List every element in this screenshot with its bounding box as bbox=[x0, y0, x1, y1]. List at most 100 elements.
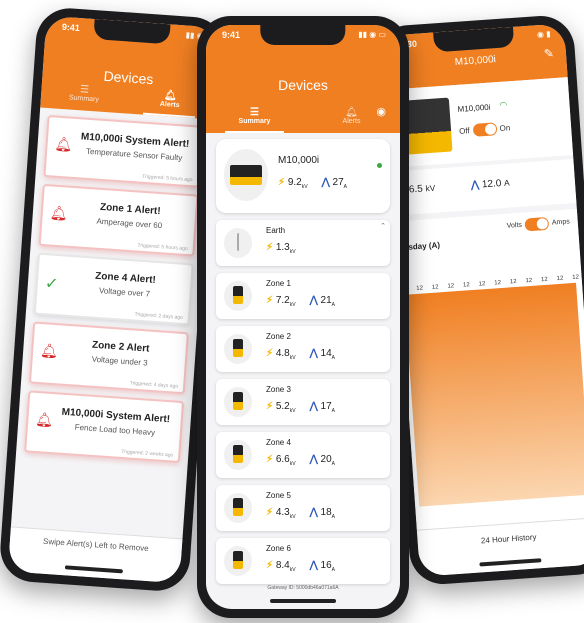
voltage-unit: kV bbox=[289, 514, 296, 520]
swipe-hint: Swipe Alert(s) Left to Remove bbox=[42, 536, 149, 554]
amperage-unit: A bbox=[331, 355, 336, 361]
zone-card[interactable]: Zone 3 ⚡︎ 5.2kV ⋀ 17A bbox=[216, 379, 390, 425]
alert-card[interactable]: 🔔︎ Zone 2 Alert Voltage under 3 Triggere… bbox=[28, 321, 189, 395]
wave-icon: ⋀ bbox=[309, 454, 318, 465]
amperage-value: 17 bbox=[320, 401, 332, 412]
voltage-reading: ⚡︎ 4.8kV bbox=[266, 348, 296, 361]
status-time: 9:41 bbox=[61, 21, 81, 34]
home-indicator[interactable] bbox=[270, 599, 336, 603]
amperage-value: 21 bbox=[320, 295, 332, 306]
alerts-screen: 9:41 ▮▮ ◉ Devices ☰ Summary 🔔︎ Alerts 🔔︎ M… bbox=[7, 15, 219, 584]
zone-device-image bbox=[233, 551, 243, 569]
power-toggle[interactable] bbox=[472, 122, 498, 137]
zone-readings: ⚡︎ 6.6kV ⋀ 20A bbox=[266, 454, 335, 467]
tab-summary[interactable]: ☰ Summary bbox=[40, 82, 128, 114]
voltage-reading: ⚡︎ 8.4kV bbox=[266, 560, 296, 573]
main-device-card[interactable]: M10,000i ⚡︎ 9.2kV ⋀ 27A bbox=[216, 139, 390, 213]
tab-summary[interactable]: ☰ Summary bbox=[206, 107, 303, 133]
list-icon: ☰ bbox=[250, 107, 259, 118]
voltage-unit: kV bbox=[289, 408, 296, 414]
phone-alerts: 9:41 ▮▮ ◉ Devices ☰ Summary 🔔︎ Alerts 🔔︎ M… bbox=[0, 6, 228, 593]
alert-timestamp: Triggered: 2 weeks ago bbox=[121, 448, 174, 459]
zone-thumbnail bbox=[224, 440, 252, 470]
voltage-value: 8.4 bbox=[275, 560, 290, 571]
tab-alerts[interactable]: 🔔︎ Alerts bbox=[303, 107, 400, 133]
volts-amps-toggle-row: Volts Amps bbox=[506, 215, 570, 232]
bolt-icon: ⚡︎ bbox=[266, 560, 274, 571]
gateway-id: Gateway ID: 5000db46a071a6A bbox=[267, 585, 339, 591]
voltage-reading: ⚡︎ 9.2kV bbox=[278, 177, 308, 190]
amperage-chart: 121212121212121212121212 bbox=[401, 275, 584, 507]
alert-list: 🔔︎ M10,000i System Alert! Temperature Se… bbox=[16, 114, 211, 464]
tab-bar: ☰ Summary 🔔︎ Alerts bbox=[206, 107, 400, 133]
bell-icon: 🔔︎ bbox=[34, 410, 54, 429]
edit-icon[interactable]: ✎ bbox=[543, 46, 554, 61]
earth-thumbnail bbox=[224, 228, 252, 258]
zone-card[interactable]: Zone 2 ⚡︎ 4.8kV ⋀ 14A bbox=[216, 326, 390, 372]
zone-card[interactable]: Zone 4 ⚡︎ 6.6kV ⋀ 20A bbox=[216, 432, 390, 478]
data-label: 12 bbox=[447, 283, 455, 289]
data-label: 12 bbox=[463, 282, 471, 288]
amperage-reading: ⋀ 20A bbox=[310, 454, 335, 467]
history-label[interactable]: 24 Hour History bbox=[481, 532, 537, 545]
earth-card[interactable]: Earth ⚡︎ 1.3kV ⌃ bbox=[216, 220, 390, 266]
bolt-icon: ⚡︎ bbox=[266, 348, 274, 359]
voltage-value: 6.5 bbox=[408, 183, 424, 196]
data-label: 12 bbox=[572, 275, 580, 281]
voltage-reading: ⚡︎ 4.3kV bbox=[266, 507, 296, 520]
wave-icon: ⋀ bbox=[309, 507, 318, 518]
zone-thumbnail bbox=[224, 334, 252, 364]
zone-thumbnail bbox=[224, 493, 252, 523]
bolt-icon: ⚡︎ bbox=[266, 401, 274, 412]
bell-icon: 🔔︎ bbox=[54, 135, 74, 153]
alert-timestamp: Triggered: 5 hours ago bbox=[142, 173, 193, 184]
zone-device-image bbox=[233, 498, 243, 516]
alert-card[interactable]: 🔔︎ M10,000i System Alert! Temperature Se… bbox=[43, 114, 204, 188]
zone-readings: ⚡︎ 4.3kV ⋀ 18A bbox=[266, 507, 335, 520]
device-name: M10,000i bbox=[457, 102, 491, 114]
zone-device-image bbox=[233, 445, 243, 463]
alert-card[interactable]: 🔔︎ M10,000i System Alert! Fence Load too… bbox=[24, 390, 185, 464]
amperage-value: 18 bbox=[320, 507, 332, 518]
online-status-dot bbox=[377, 163, 382, 168]
zone-card[interactable]: Zone 6 ⚡︎ 8.4kV ⋀ 16A bbox=[216, 538, 390, 584]
alert-card[interactable]: ✓ Zone 4 Alert! Voltage over 7 Triggered… bbox=[33, 252, 194, 326]
status-icons: ◉ ▮ bbox=[536, 29, 551, 40]
bell-icon: 🔔︎ bbox=[345, 107, 358, 118]
tab-label: Summary bbox=[238, 118, 271, 125]
wave-icon: ⋀ bbox=[470, 179, 480, 192]
voltage-unit: kV bbox=[301, 184, 308, 190]
alert-card[interactable]: 🔔︎ Zone 1 Alert! Amperage over 60 Trigge… bbox=[38, 183, 199, 257]
wave-icon: ⋀ bbox=[309, 295, 318, 306]
chevron-up-icon[interactable]: ⌃ bbox=[380, 222, 386, 230]
amperage-value: 20 bbox=[320, 454, 332, 465]
zone-name: Zone 3 bbox=[266, 385, 291, 394]
amperage-value: 27 bbox=[332, 177, 344, 188]
zone-thumbnail bbox=[224, 387, 252, 417]
zone-card[interactable]: Zone 5 ⚡︎ 4.3kV ⋀ 18A bbox=[216, 485, 390, 531]
voltage-value: 4.8 bbox=[275, 348, 290, 359]
phone-notch bbox=[260, 25, 346, 45]
voltage-unit: kV bbox=[289, 567, 296, 573]
zone-thumbnail bbox=[224, 546, 252, 576]
zone-name: Zone 6 bbox=[266, 544, 291, 553]
volts-amps-toggle[interactable] bbox=[524, 216, 550, 232]
bell-icon: 🔔︎ bbox=[49, 204, 69, 222]
check-icon: ✓ bbox=[44, 275, 59, 294]
footer-bar: Swipe Alert(s) Left to Remove bbox=[7, 526, 183, 584]
amperage-reading: ⋀ 18A bbox=[310, 507, 335, 520]
toggle-on-label: On bbox=[499, 123, 511, 134]
device-summary: M10,000i ◠ Off On bbox=[386, 77, 574, 168]
voltage-unit: kV bbox=[289, 249, 296, 255]
toggle-volts-label: Volts bbox=[506, 221, 523, 230]
data-label: 12 bbox=[557, 276, 565, 282]
amperage-unit: A bbox=[343, 184, 348, 190]
bolt-icon: ⚡︎ bbox=[278, 177, 286, 188]
wifi-icon: ◠ bbox=[499, 99, 508, 110]
voltage-value: 4.3 bbox=[275, 507, 290, 518]
zone-card[interactable]: Zone 1 ⚡︎ 7.2kV ⋀ 21A bbox=[216, 273, 390, 319]
voltage-value: 6.6 bbox=[275, 454, 290, 465]
voltage-unit: kV bbox=[425, 182, 436, 194]
data-label: 12 bbox=[525, 278, 533, 284]
amperage-reading: ⋀ 16A bbox=[310, 560, 335, 573]
